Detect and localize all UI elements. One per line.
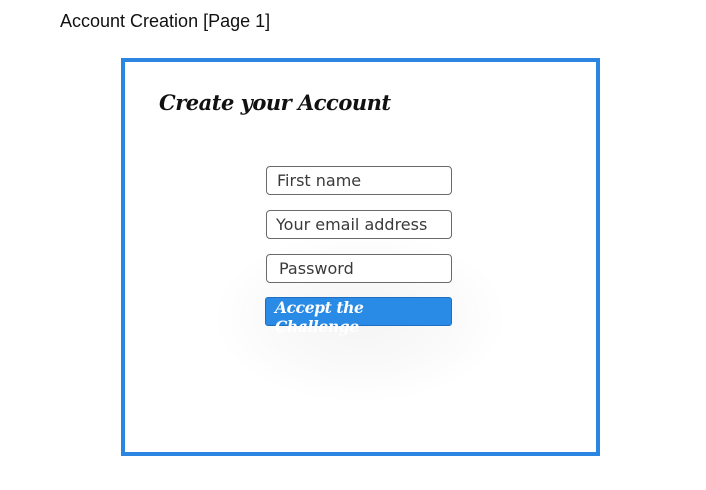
account-creation-frame: Create your Account Accept the Challenge (121, 58, 600, 456)
page-label: Account Creation [Page 1] (60, 11, 271, 31)
password-field[interactable] (266, 254, 452, 283)
form-title: Create your Account (159, 90, 391, 115)
email-field[interactable] (266, 210, 452, 239)
accept-challenge-button[interactable]: Accept the Challenge (265, 297, 452, 336)
first-name-field[interactable] (266, 166, 452, 195)
